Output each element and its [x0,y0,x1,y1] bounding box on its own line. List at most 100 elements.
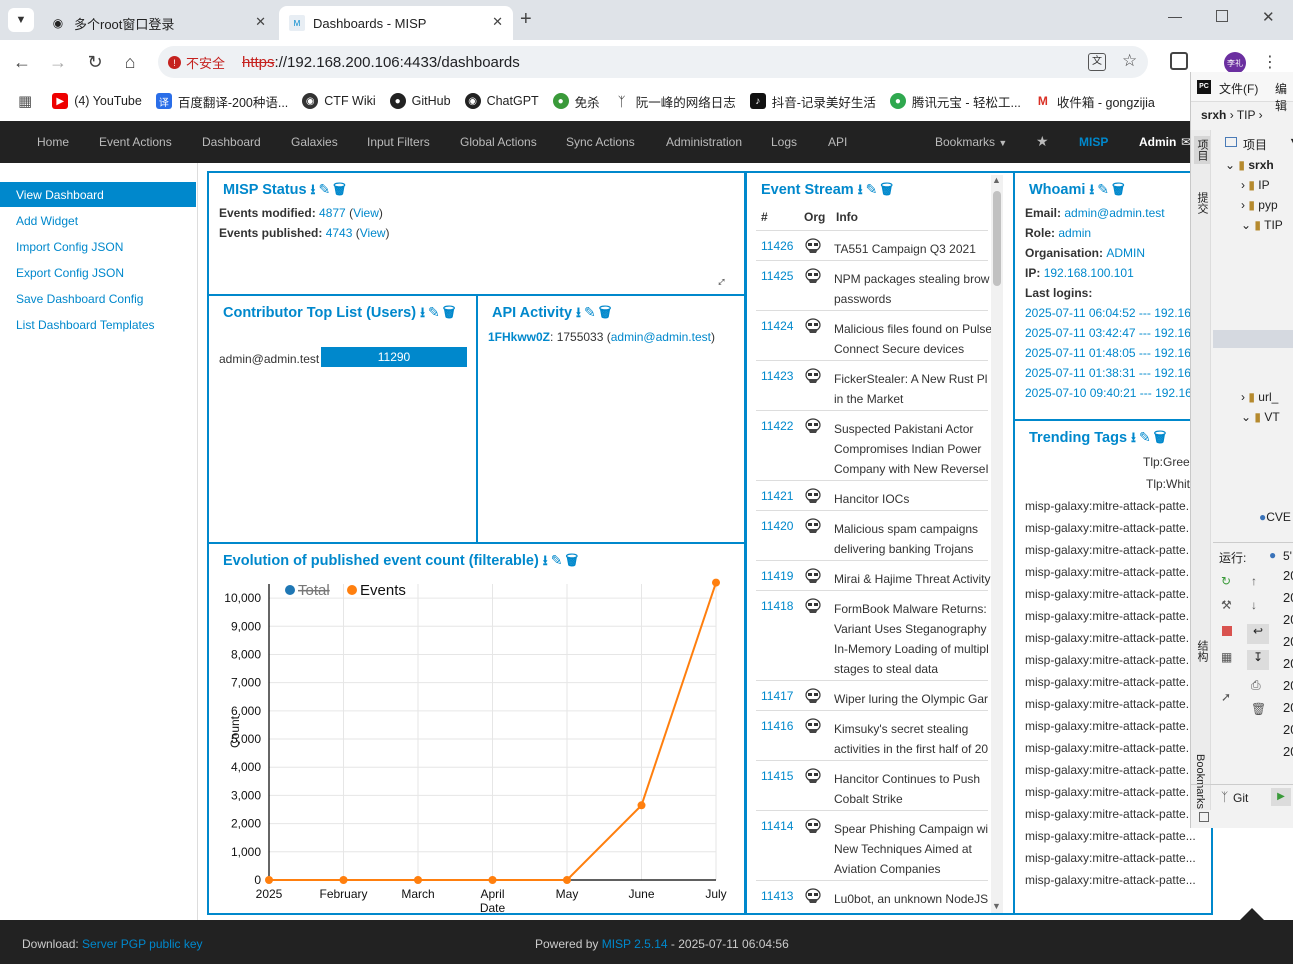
stop-icon[interactable] [1222,626,1232,636]
tree-item-tip[interactable]: ⌄ ▮ TIP [1241,218,1283,232]
trending-tag[interactable]: misp-galaxy:mitre-attack-patte... [1025,653,1196,667]
events-published-view-link[interactable]: View [360,226,386,240]
events-modified-value[interactable]: 4877 [319,206,346,220]
trending-tag[interactable]: misp-galaxy:mitre-attack-patte... [1025,675,1196,689]
event-id-link[interactable]: 11416 [761,719,793,733]
trash-icon[interactable]: 🗑 [880,181,896,197]
download-icon[interactable]: ⭳ [1131,429,1139,445]
pycharm-logo-icon[interactable]: PC [1197,80,1211,94]
trending-tag[interactable]: misp-galaxy:mitre-attack-patte... [1025,521,1196,535]
sidebar-item-add-widget[interactable]: Add Widget [0,208,196,233]
event-info[interactable]: Malicious files found on Pulse Connect Se… [834,319,994,359]
event-info[interactable]: Hancitor IOCs [834,489,994,509]
event-info[interactable]: Wiper luring the Olympic Gar [834,689,994,709]
ide-tab-commit[interactable]: 提交 [1194,192,1210,214]
trash-icon[interactable]: 🗑 [1112,181,1128,197]
trash-icon[interactable]: 🗑 [333,181,349,197]
close-tab-icon[interactable]: ✕ [255,14,266,30]
event-row[interactable]: 11423 FickerStealer: A New Rust Pl in the … [756,360,988,410]
trending-tag[interactable]: misp-galaxy:mitre-attack-patte... [1025,631,1196,645]
nav-galaxies[interactable]: Galaxies [291,135,338,149]
event-id-link[interactable]: 11418 [761,599,793,613]
trending-tag[interactable]: misp-galaxy:mitre-attack-patte... [1025,587,1196,601]
trending-tag[interactable]: misp-galaxy:mitre-attack-patte... [1025,719,1196,733]
event-info[interactable]: TA551 Campaign Q3 2021 [834,239,994,259]
edit-icon[interactable]: ✎ [551,552,566,568]
bookmark-yuanbao[interactable]: ● 腾讯元宝 - 轻松工... [889,92,1021,111]
tree-item-cve[interactable]: ●CVE [1259,510,1291,524]
reload-icon[interactable]: ↻ [83,50,107,74]
url-input[interactable]: ! 不安全 https://192.168.200.106:4433/dashb… [158,46,1148,78]
nav-api[interactable]: API [828,135,847,149]
nav-dashboard[interactable]: Dashboard [202,135,261,149]
browser-tab-root-login[interactable]: ◉ 多个root窗口登录 ✕ [40,6,276,40]
new-tab-button[interactable]: + [520,8,532,31]
arrow-up-icon[interactable]: ↑ [1251,574,1257,588]
event-id-link[interactable]: 11422 [761,419,793,433]
run-tab-icon[interactable]: ▶ [1271,788,1291,806]
home-icon[interactable]: ⌂ [118,50,142,74]
events-published-value[interactable]: 4743 [326,226,353,240]
trash-icon[interactable]: 🗑 [1154,429,1170,445]
ide-tab-structure[interactable]: 结构 [1194,640,1210,662]
tree-item-srxh[interactable]: ⌄ ▮ srxh [1225,158,1274,172]
edit-icon[interactable]: ✎ [584,304,599,320]
event-info[interactable]: FickerStealer: A New Rust Pl in the Marke… [834,369,994,409]
ide-tab-project[interactable]: 项目 [1194,136,1210,164]
profile-avatar[interactable]: 李礼 [1224,52,1246,74]
trash-icon[interactable]: 🗑 [443,304,459,320]
resize-handle-icon[interactable]: ↕ [714,273,730,289]
back-icon[interactable]: ← [10,50,34,74]
event-info[interactable]: Lu0bot, an unknown NodeJS malware using U… [834,889,994,913]
soft-wrap-icon[interactable]: ↩ [1247,624,1269,644]
event-info[interactable]: Spear Phishing Campaign wi New Techniques… [834,819,994,879]
scroll-up-icon[interactable]: ▲ [992,175,1001,185]
event-row[interactable]: 11425 NPM packages stealing brow passwords [756,260,989,310]
scrollbar-thumb[interactable] [993,191,1001,286]
trending-tag[interactable]: misp-galaxy:mitre-attack-patte... [1025,741,1196,755]
download-icon[interactable]: ⭳ [420,304,428,320]
sidebar-item-view-dashboard[interactable]: View Dashboard [0,182,196,207]
ide-status-icon[interactable] [1199,812,1209,822]
event-info[interactable]: Kimsuky's secret stealing activities in t… [834,719,994,759]
event-row[interactable]: 11415 Hancitor Continues to Push Cobalt St… [756,760,988,810]
trending-tag[interactable]: misp-galaxy:mitre-attack-patte... [1025,763,1196,777]
trash-icon[interactable]: 🗑 [1251,702,1266,716]
browser-menu-icon[interactable]: ⋮ [1262,52,1278,72]
event-row[interactable]: 11420 Malicious spam campaigns delivering … [756,510,988,560]
bookmark-ctf-wiki[interactable]: ◉ CTF Wiki [302,93,376,109]
event-id-link[interactable]: 11415 [761,769,793,783]
git-tab[interactable]: Git [1233,791,1248,805]
sidebar-item-save-dashboard[interactable]: Save Dashboard Config [0,286,196,311]
bookmark-gmail[interactable]: M 收件箱 - gongzijia [1034,92,1155,111]
nav-admin[interactable]: Admin [1139,135,1176,149]
event-row[interactable]: 11424 Malicious files found on Pulse Conne… [756,310,992,360]
nav-administration[interactable]: Administration [666,135,742,149]
trending-tag[interactable]: misp-galaxy:mitre-attack-patte... [1025,565,1196,579]
nav-sync-actions[interactable]: Sync Actions [566,135,635,149]
event-id-link[interactable]: 11413 [761,889,793,903]
edit-icon[interactable]: ✎ [866,181,881,197]
tab-search-button[interactable]: ▼ [8,8,34,32]
event-id-link[interactable]: 11426 [761,239,793,253]
event-row[interactable]: 11421 Hancitor IOCs [756,480,988,510]
download-icon[interactable]: ⭳ [543,552,551,568]
tag-tlp-green[interactable]: Tlp:Gree [1143,455,1190,469]
bookmark-youtube[interactable]: ▶ (4) YouTube [52,93,142,109]
event-row[interactable]: 11417 Wiper luring the Olympic Gar [756,680,988,710]
event-id-link[interactable]: 11425 [761,269,793,283]
bookmark-ruanyifeng[interactable]: ᛉ 阮一峰的网络日志 [613,92,736,111]
nav-event-actions[interactable]: Event Actions [99,135,172,149]
security-indicator[interactable]: ! 不安全 [168,53,225,72]
event-info[interactable]: FormBook Malware Returns: Variant Uses St… [834,599,994,679]
layout-icon[interactable]: ▦ [1221,650,1232,664]
chevron-down-icon[interactable]: ▼ [1289,136,1293,146]
download-icon[interactable]: ⭳ [858,181,866,197]
event-id-link[interactable]: 11417 [761,689,793,703]
tree-item-ip[interactable]: › ▮ IP [1241,178,1270,192]
browser-tab-dashboards[interactable]: M Dashboards - MISP ✕ [279,6,513,40]
event-info[interactable]: Hancitor Continues to Push Cobalt Strike [834,769,994,809]
trending-tag[interactable]: misp-galaxy:mitre-attack-patte... [1025,873,1196,887]
trending-tag[interactable]: misp-galaxy:mitre-attack-patte... [1025,697,1196,711]
event-row[interactable]: 11426 TA551 Campaign Q3 2021 [756,230,988,260]
